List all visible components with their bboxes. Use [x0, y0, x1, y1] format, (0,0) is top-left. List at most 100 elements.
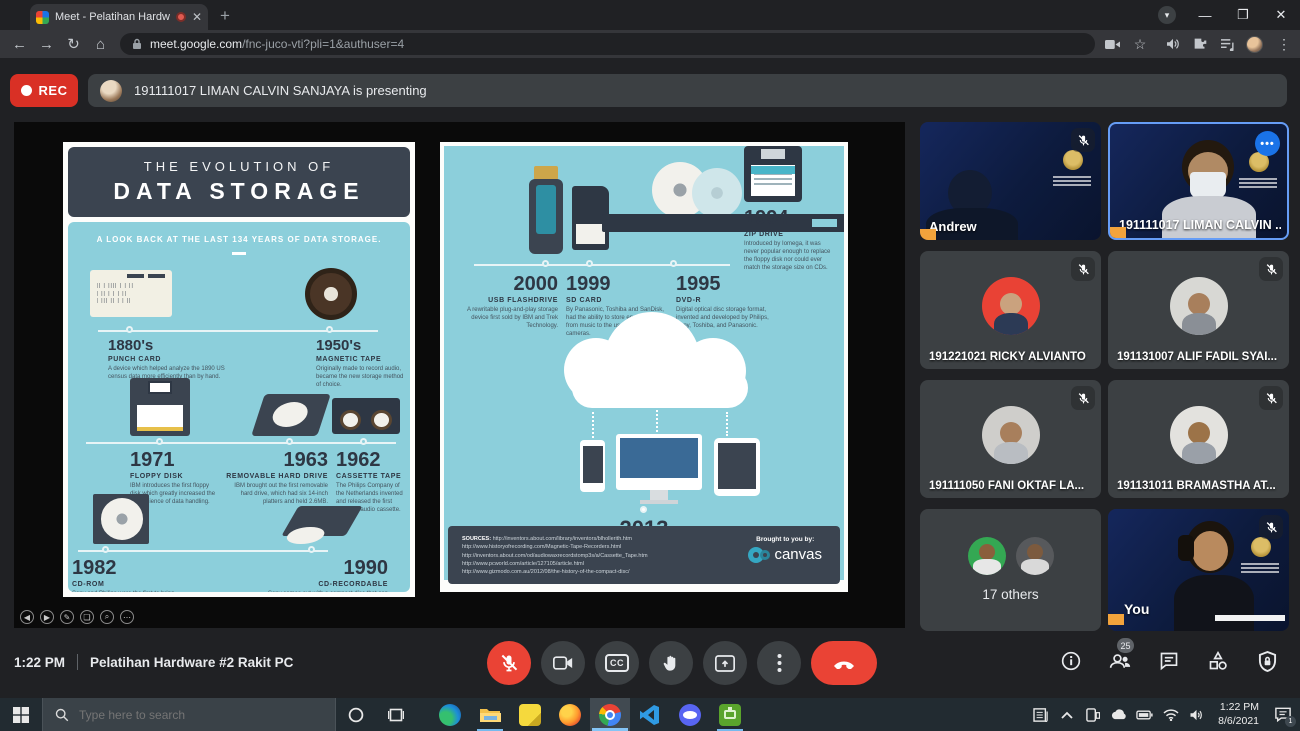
- participant-tile-bramastha[interactable]: 191131011 BRAMASTHA AT...: [1108, 380, 1289, 498]
- mic-toggle-button[interactable]: [487, 641, 531, 685]
- next-slide-button[interactable]: ▶: [40, 610, 54, 624]
- window-minimize-button[interactable]: —: [1186, 0, 1224, 30]
- prev-slide-button[interactable]: ◀: [20, 610, 34, 624]
- taskbar-app-firefox[interactable]: [550, 698, 590, 731]
- presenting-text: 191111017 LIMAN CALVIN SANJAYA is presen…: [134, 83, 427, 98]
- onedrive-icon[interactable]: [1110, 706, 1127, 723]
- bookmark-star-icon[interactable]: ☆: [1130, 35, 1150, 53]
- extensions-icon[interactable]: [1190, 35, 1210, 53]
- volume-icon[interactable]: [1188, 706, 1205, 723]
- activities-button[interactable]: [1207, 650, 1229, 672]
- floppy-disk-icon: [130, 378, 190, 436]
- others-count-label: 17 others: [920, 587, 1101, 602]
- media-controls-icon[interactable]: [1217, 35, 1237, 53]
- reload-button[interactable]: ↻: [60, 35, 87, 53]
- taskbar-app-explorer[interactable]: [470, 698, 510, 731]
- end-call-button[interactable]: [811, 641, 877, 685]
- pen-tool-button[interactable]: ✎: [60, 610, 74, 624]
- meeting-details-button[interactable]: [1060, 650, 1082, 672]
- mic-off-icon: [1071, 128, 1095, 152]
- avatar: [1170, 406, 1228, 464]
- chrome-icon: [599, 704, 621, 726]
- new-tab-button[interactable]: +: [220, 6, 230, 26]
- participant-tile-andrew[interactable]: Andrew: [920, 122, 1101, 240]
- task-view-button[interactable]: [376, 698, 416, 731]
- meeting-name: Pelatihan Hardware #2 Rakit PC: [90, 655, 293, 670]
- back-button[interactable]: ←: [6, 36, 33, 53]
- home-button[interactable]: ⌂: [87, 36, 114, 53]
- infographic-title-line2: DATA STORAGE: [113, 178, 364, 205]
- window-close-button[interactable]: ✕: [1262, 0, 1300, 30]
- sticky-notes-icon: [519, 704, 541, 726]
- slide-overview-button[interactable]: ❏: [80, 610, 94, 624]
- taskbar-app-discord[interactable]: [670, 698, 710, 731]
- browser-tab[interactable]: Meet - Pelatihan Hardware # ✕: [30, 4, 208, 30]
- mic-off-icon: [1071, 257, 1095, 281]
- forward-button[interactable]: →: [33, 36, 60, 53]
- present-screen-button[interactable]: [703, 641, 747, 685]
- start-button[interactable]: [0, 698, 42, 731]
- shared-screen[interactable]: THE EVOLUTION OF DATA STORAGE A LOOK BAC…: [14, 122, 905, 628]
- profile-avatar[interactable]: [1244, 35, 1264, 53]
- tab-camera-in-use-icon[interactable]: [1102, 35, 1122, 53]
- raise-hand-button[interactable]: [649, 641, 693, 685]
- taskbar-app-screenrecorder[interactable]: [710, 698, 750, 731]
- action-center-button[interactable]: 1: [1272, 704, 1294, 726]
- mic-off-icon: [1259, 257, 1283, 281]
- screen-recorder-icon: [719, 704, 741, 726]
- timeline-entry: 1994 ZIP DRIVE Introduced by Iomega, it …: [744, 208, 832, 272]
- meeting-info: 1:22 PM Pelatihan Hardware #2 Rakit PC: [14, 654, 293, 670]
- tray-date: 8/6/2021: [1218, 715, 1259, 728]
- participant-tile-liman[interactable]: ••• 191111017 LIMAN CALVIN ...: [1108, 122, 1289, 240]
- captions-button[interactable]: CC: [595, 641, 639, 685]
- vscode-icon: [639, 704, 661, 726]
- participant-tile-others[interactable]: 17 others: [920, 509, 1101, 631]
- cassette-tape-icon: [332, 398, 400, 434]
- cc-icon: CC: [605, 654, 629, 672]
- search-icon: [55, 708, 69, 722]
- cortana-button[interactable]: [336, 698, 376, 731]
- camera-toggle-button[interactable]: [541, 641, 585, 685]
- tab-audio-icon[interactable]: [1163, 35, 1183, 53]
- edge-icon: [439, 704, 461, 726]
- participant-tile-ricky[interactable]: 191221021 RICKY ALVIANTO: [920, 251, 1101, 369]
- participant-tile-you[interactable]: You: [1108, 509, 1289, 631]
- participants-button[interactable]: 25: [1109, 650, 1131, 672]
- wifi-icon[interactable]: [1162, 706, 1179, 723]
- chat-button[interactable]: [1158, 650, 1180, 672]
- taskbar-app-vscode[interactable]: [630, 698, 670, 731]
- system-tray: 1:22 PM 8/6/2021 1: [1032, 698, 1300, 731]
- battery-icon[interactable]: [1136, 706, 1153, 723]
- browser-menu-icon[interactable]: ⋮: [1274, 35, 1294, 53]
- avatar: [982, 406, 1040, 464]
- cloud-link-line: [656, 410, 658, 432]
- tab-close-icon[interactable]: ✕: [192, 10, 202, 24]
- host-controls-button[interactable]: [1256, 650, 1278, 672]
- timeline-entry: 1880's PUNCH CARD A device which helped …: [108, 338, 238, 381]
- participant-tile-alif[interactable]: 191131007 ALIF FADIL SYAI...: [1108, 251, 1289, 369]
- taskbar-app-chrome[interactable]: [590, 698, 630, 731]
- discord-icon: [679, 704, 701, 726]
- participant-name: 191131007 ALIF FADIL SYAI...: [1117, 351, 1283, 363]
- taskbar-app-edge[interactable]: [430, 698, 470, 731]
- address-bar[interactable]: meet.google.com/fnc-juco-vti?pli=1&authu…: [120, 33, 1095, 55]
- url-text: meet.google.com/fnc-juco-vti?pli=1&authu…: [150, 37, 404, 51]
- participant-tile-fani[interactable]: 191111050 FANI OKTAF LA...: [920, 380, 1101, 498]
- tile-options-button[interactable]: •••: [1255, 131, 1280, 156]
- taskbar-app-stickynotes[interactable]: [510, 698, 550, 731]
- window-maximize-button[interactable]: ❐: [1224, 0, 1262, 30]
- more-tools-button[interactable]: ⋯: [120, 610, 134, 624]
- news-widget-icon[interactable]: [1032, 706, 1049, 723]
- avatar: [1170, 277, 1228, 335]
- search-input[interactable]: [79, 708, 299, 722]
- timeline-entry: 1995 DVD-R Digital optical disc storage …: [676, 274, 776, 330]
- display-cast-icon[interactable]: [1084, 706, 1101, 723]
- hidden-icons-chevron[interactable]: [1058, 706, 1075, 723]
- taskbar-search[interactable]: [42, 698, 336, 731]
- tab-search-button[interactable]: ▾: [1148, 0, 1186, 30]
- tray-clock[interactable]: 1:22 PM 8/6/2021: [1214, 701, 1263, 727]
- presenting-banner: 191111017 LIMAN CALVIN SANJAYA is presen…: [88, 74, 1287, 107]
- more-options-button[interactable]: [757, 641, 801, 685]
- punch-card-icon: || | |||| | | ||| || | | | ||| ||| || | …: [90, 270, 172, 317]
- zoom-tool-button[interactable]: ⌕: [100, 610, 114, 624]
